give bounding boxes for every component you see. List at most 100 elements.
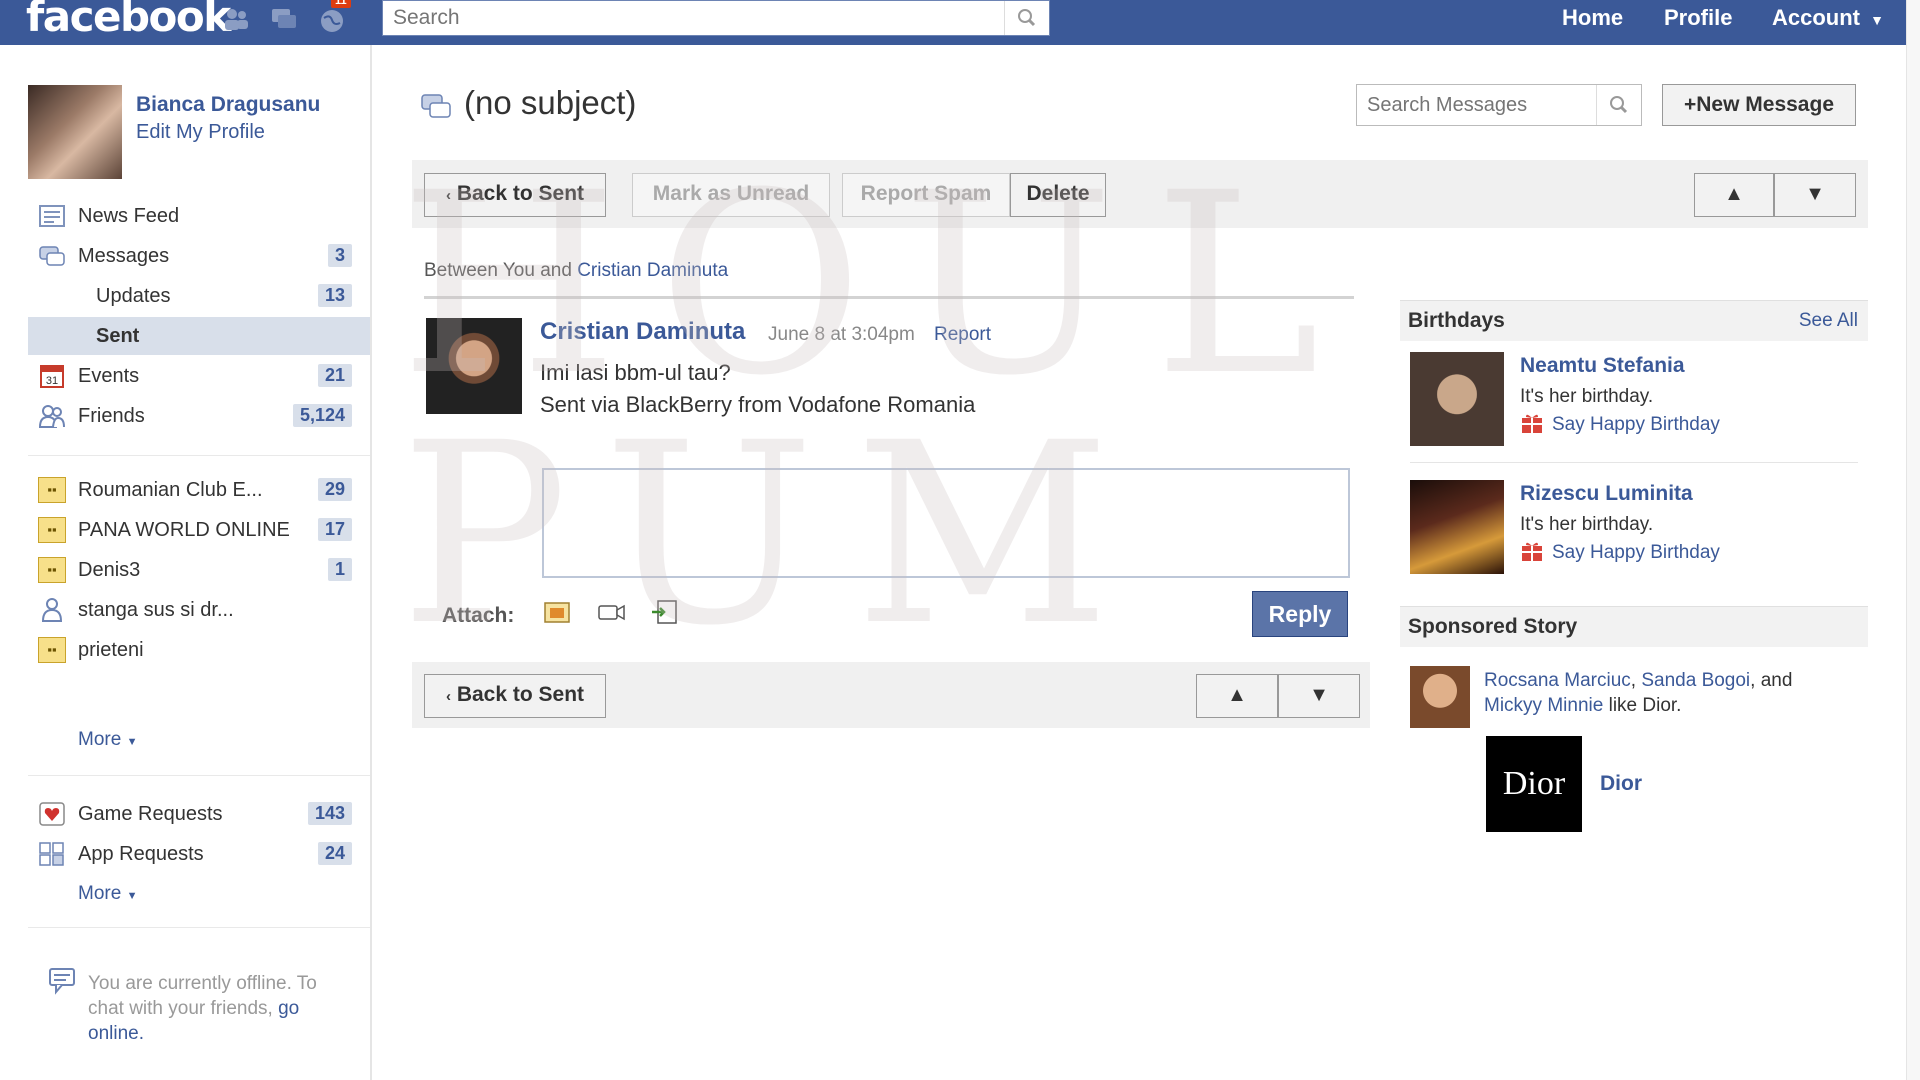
sidebar-item-events[interactable]: 31 Events 21 (28, 357, 370, 395)
attach-link-icon[interactable] (650, 598, 680, 626)
birthday-separator (1410, 462, 1858, 463)
sidebar-item-label: Messages (78, 245, 170, 267)
sidebar-item-game-requests[interactable]: Game Requests 143 (28, 795, 370, 833)
dior-page-link[interactable]: Dior (1600, 772, 1642, 796)
sidebar-item-friends[interactable]: Friends 5,124 (28, 397, 370, 435)
birthday-name-link[interactable]: Neamtu Stefania (1520, 354, 1685, 378)
sponsored-friend-link[interactable]: Mickyy Minnie (1484, 695, 1603, 716)
friend-list-icon (41, 598, 63, 622)
say-happy-birthday-label: Say Happy Birthday (1552, 414, 1720, 435)
nav-home[interactable]: Home (1562, 0, 1623, 36)
plus-icon: + (1684, 93, 1697, 116)
sidebar-item-messages[interactable]: Messages 3 (28, 237, 370, 275)
sidebar-item-news-feed[interactable]: News Feed (28, 197, 370, 235)
sender-name-link[interactable]: Cristian Daminuta (540, 318, 745, 346)
edit-profile-link[interactable]: Edit My Profile (136, 121, 265, 144)
search-messages-input[interactable] (1357, 85, 1597, 125)
nav-account[interactable]: Account ▼ (1772, 0, 1884, 36)
birthday-text: It's her birthday. (1520, 386, 1654, 407)
birthday-avatar[interactable] (1410, 352, 1504, 446)
sidebar-item-group[interactable]: stanga sus si dr... (28, 591, 370, 629)
participant-link[interactable]: Cristian Daminuta (577, 260, 728, 281)
birthday-name-link[interactable]: Rizescu Luminita (1520, 482, 1693, 506)
count-badge: 1 (327, 558, 352, 581)
chevron-down-icon: ▼ (126, 890, 138, 902)
next-message-button[interactable]: ▼ (1774, 173, 1856, 217)
attach-video-icon[interactable] (596, 598, 626, 626)
attach-photo-icon[interactable] (542, 598, 572, 626)
calendar-icon: 31 (40, 365, 64, 388)
back-to-sent-button[interactable]: ‹ Back to Sent (424, 173, 606, 217)
search-button[interactable] (1004, 1, 1049, 35)
back-to-sent-button-bottom[interactable]: ‹ Back to Sent (424, 674, 606, 718)
more-groups-link[interactable]: More ▼ (78, 729, 137, 751)
left-sidebar: Bianca Dragusanu Edit My Profile News Fe… (0, 45, 372, 1080)
messages-jewel-icon[interactable] (270, 6, 298, 32)
sidebar-item-sent[interactable]: Sent (28, 317, 370, 355)
sidebar-item-label: PANA WORLD ONLINE (78, 519, 290, 541)
report-spam-button[interactable]: Report Spam (842, 173, 1010, 217)
mark-as-unread-button[interactable]: Mark as Unread (632, 173, 830, 217)
chevron-left-icon: ‹ (445, 187, 451, 204)
search-messages-button[interactable] (1596, 85, 1641, 125)
sidebar-item-app-requests[interactable]: App Requests 24 (28, 835, 370, 873)
count-badge: 5,124 (292, 404, 352, 427)
conversation-participants: Between You and Cristian Daminuta (424, 260, 728, 282)
previous-message-button[interactable]: ▲ (1694, 173, 1774, 217)
sender-avatar[interactable] (426, 318, 522, 414)
sidebar-item-label: stanga sus si dr... (78, 599, 234, 621)
sponsored-friend-link[interactable]: Sanda Bogoi (1641, 670, 1750, 691)
sidebar-item-group[interactable]: ▪▪ prieteni (28, 631, 370, 669)
back-to-sent-label: Back to Sent (456, 683, 585, 706)
say-happy-birthday-link[interactable]: Say Happy Birthday (1520, 412, 1720, 436)
notification-count-badge: 11 (331, 0, 351, 8)
count-badge: 3 (327, 244, 352, 267)
count-badge: 13 (317, 284, 352, 307)
profile-name-link[interactable]: Bianca Dragusanu (136, 93, 320, 117)
sidebar-item-group[interactable]: ▪▪ Roumanian Club E... 29 (28, 471, 370, 509)
search-input[interactable] (383, 1, 1003, 35)
search-messages-box (1356, 84, 1642, 126)
report-link[interactable]: Report (934, 324, 991, 346)
nav-profile[interactable]: Profile (1664, 0, 1732, 36)
message-toolbar (412, 160, 1868, 228)
friend-requests-icon[interactable] (222, 6, 250, 32)
sidebar-item-updates[interactable]: Updates 13 (28, 277, 370, 315)
sidebar-item-group[interactable]: ▪▪ PANA WORLD ONLINE 17 (28, 511, 370, 549)
message-body-line: Sent via BlackBerry from Vodafone Romani… (540, 392, 976, 417)
count-badge: 17 (317, 518, 352, 541)
profile-avatar[interactable] (28, 85, 122, 179)
dior-logo[interactable]: Dior (1486, 736, 1582, 832)
notifications-globe-icon[interactable] (318, 6, 346, 32)
new-message-button[interactable]: +New Message (1662, 84, 1856, 126)
facebook-logo[interactable]: facebook (26, 0, 231, 41)
more-apps-link[interactable]: More ▼ (78, 883, 137, 905)
search-icon (1610, 96, 1628, 114)
reply-textarea[interactable] (542, 468, 1350, 578)
messages-icon (39, 246, 65, 266)
delete-button[interactable]: Delete (1010, 173, 1106, 217)
count-badge: 21 (317, 364, 352, 387)
game-requests-icon (39, 802, 65, 826)
sidebar-item-group[interactable]: ▪▪ Denis3 1 (28, 551, 370, 589)
thread-divider (424, 296, 1354, 299)
sidebar-item-label: prieteni (78, 639, 144, 661)
arrow-up-icon: ▲ (1227, 684, 1247, 706)
sponsored-friend-link[interactable]: Rocsana Marciuc (1484, 670, 1631, 691)
chevron-down-icon: ▼ (126, 736, 138, 748)
sponsored-avatar[interactable] (1410, 666, 1470, 728)
chat-icon (49, 968, 75, 995)
say-happy-birthday-link[interactable]: Say Happy Birthday (1520, 540, 1720, 564)
gift-icon (1522, 542, 1542, 561)
see-all-link[interactable]: See All (1799, 310, 1858, 332)
reply-button[interactable]: Reply (1252, 591, 1348, 637)
say-happy-birthday-label: Say Happy Birthday (1552, 542, 1720, 563)
sponsored-title: Sponsored Story (1408, 615, 1578, 638)
sidebar-item-label: Denis3 (78, 559, 141, 581)
previous-message-button-bottom[interactable]: ▲ (1196, 674, 1278, 718)
group-icon: ▪▪ (38, 517, 66, 543)
count-badge: 143 (307, 802, 352, 825)
arrow-up-icon: ▲ (1724, 183, 1744, 205)
next-message-button-bottom[interactable]: ▼ (1278, 674, 1360, 718)
birthday-avatar[interactable] (1410, 480, 1504, 574)
